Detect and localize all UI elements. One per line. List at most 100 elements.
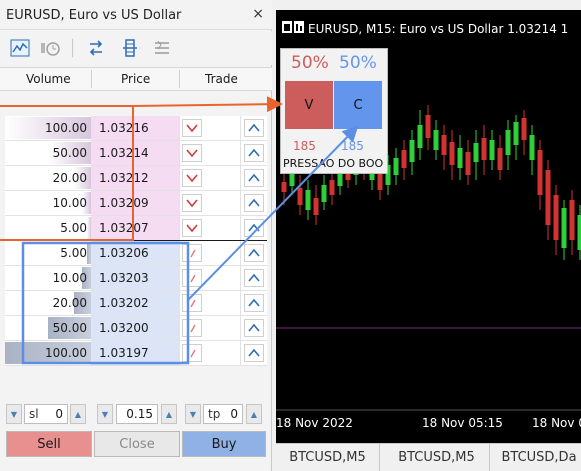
volume-cell: 5.00	[60, 221, 87, 235]
chevron-down-icon	[186, 124, 198, 133]
ask-row[interactable]: 10.00 1.03209	[5, 191, 267, 216]
candlestick	[401, 140, 407, 180]
ask-row[interactable]: 100.00 1.03216	[5, 116, 267, 141]
candlestick	[321, 175, 327, 210]
chart-tab[interactable]: BTCUSD,M5	[384, 444, 490, 471]
buy-limit-button[interactable]	[244, 269, 264, 287]
ask-row[interactable]: 50.00 1.03214	[5, 141, 267, 166]
time-axis-label: 18 Nov 0	[532, 416, 581, 430]
buy-limit-button[interactable]	[244, 169, 264, 187]
bid-row[interactable]: 20.00 1.03202	[5, 291, 267, 316]
chevron-down-icon	[186, 199, 198, 208]
candlestick	[465, 140, 471, 185]
take-profit-field[interactable]: tp 0	[203, 404, 243, 424]
volume-cell: 20.00	[52, 296, 87, 310]
sl-value: 0	[55, 407, 63, 421]
candlestick	[425, 105, 431, 150]
buy-limit-button[interactable]	[244, 119, 264, 137]
settings-icon[interactable]	[150, 36, 174, 60]
volume-down-button[interactable]: ▼	[97, 404, 113, 424]
sell-limit-button[interactable]	[182, 244, 202, 262]
price-value: 1.03200	[99, 321, 149, 335]
sell-limit-button[interactable]	[182, 319, 202, 337]
candlestick	[457, 135, 463, 180]
cell-divider	[240, 191, 241, 215]
cell-divider	[240, 341, 241, 365]
tp-up-button[interactable]: ▲	[246, 404, 262, 424]
sl-down-button[interactable]: ▼	[6, 404, 22, 424]
sell-button[interactable]: Sell	[6, 431, 92, 457]
price-value: 1.03202	[99, 296, 149, 310]
chart-window-icon	[282, 21, 304, 33]
sell-limit-button[interactable]	[182, 144, 202, 162]
bid-row[interactable]: 50.00 1.03200	[5, 316, 267, 341]
volume-cell: 100.00	[45, 346, 87, 360]
price-cell: 1.03206	[91, 241, 179, 265]
buy-box[interactable]: C	[334, 81, 382, 129]
buy-limit-button[interactable]	[244, 194, 264, 212]
chevron-up-icon	[248, 198, 260, 207]
buy-limit-button[interactable]	[244, 144, 264, 162]
tp-down-button[interactable]: ▼	[185, 404, 201, 424]
cell-divider	[240, 316, 241, 340]
candlestick	[569, 190, 575, 255]
candlestick	[441, 125, 447, 170]
buy-limit-button[interactable]	[244, 319, 264, 337]
candlestick	[329, 170, 335, 205]
sell-limit-button[interactable]	[182, 269, 202, 287]
sell-limit-button[interactable]	[182, 344, 202, 362]
header-divider	[179, 70, 180, 88]
buy-limit-button[interactable]	[244, 294, 264, 312]
sell-limit-button[interactable]	[182, 169, 202, 187]
buy-limit-button[interactable]	[244, 219, 264, 237]
chart-tab[interactable]: BTCUSD,Da	[494, 444, 581, 471]
ask-row[interactable]: 5.00 1.03207	[5, 216, 267, 241]
candlestick	[433, 120, 439, 160]
sell-limit-button[interactable]	[182, 219, 202, 237]
cell-divider	[179, 166, 180, 190]
candlestick	[473, 130, 479, 180]
sell-limit-button[interactable]	[182, 119, 202, 137]
pressure-caption: PRESSAO DO BOO	[283, 157, 384, 170]
close-icon[interactable]: ×	[252, 6, 264, 22]
candlestick	[521, 110, 527, 155]
bid-row[interactable]: 10.00 1.03203	[5, 266, 267, 291]
cell-divider	[179, 341, 180, 365]
price-chart[interactable]: EURUSD, M15: Euro vs US Dollar 1.03214 1…	[276, 10, 581, 443]
volume-cell: 20.00	[52, 171, 87, 185]
stop-loss-field[interactable]: sl 0	[24, 404, 68, 424]
cell-divider	[179, 266, 180, 290]
bid-row[interactable]: 100.00 1.03197	[5, 341, 267, 366]
buy-button[interactable]: Buy	[182, 431, 266, 457]
chart-tab[interactable]: BTCUSD,M5	[276, 444, 380, 471]
sell-limit-button[interactable]	[182, 294, 202, 312]
sell-limit-button[interactable]	[182, 194, 202, 212]
price-cell: 1.03214	[91, 141, 179, 165]
price-cell: 1.03200	[91, 316, 179, 340]
sl-up-button[interactable]: ▲	[70, 404, 86, 424]
volume-up-button[interactable]: ▲	[161, 404, 177, 424]
ask-row[interactable]: 20.00 1.03212	[5, 166, 267, 191]
bid-row[interactable]: 5.00 1.03206	[5, 241, 267, 266]
reverse-icon[interactable]	[84, 36, 108, 60]
candlestick	[297, 175, 303, 215]
chart-icon[interactable]	[8, 36, 32, 60]
time-axis-label: 18 Nov 2022	[276, 416, 353, 430]
volume-field[interactable]: 0.15	[116, 404, 158, 424]
spread-divider	[5, 240, 267, 241]
candlestick	[505, 120, 511, 170]
order-entry-bar: ▼ sl 0 ▲ ▼ 0.15 ▲ ▼ tp 0 ▲	[0, 400, 272, 428]
center-icon[interactable]	[118, 36, 142, 60]
volume-cell: 100.00	[45, 121, 87, 135]
close-button[interactable]: Close	[94, 431, 180, 457]
history-icon[interactable]	[38, 36, 62, 60]
price-cell: 1.03212	[91, 166, 179, 190]
buy-limit-button[interactable]	[244, 244, 264, 262]
cell-divider	[240, 116, 241, 140]
price-cell: 1.03197	[91, 341, 179, 365]
sell-box[interactable]: V	[285, 81, 333, 129]
buy-limit-button[interactable]	[244, 344, 264, 362]
price-header: Price	[121, 72, 151, 86]
candlestick	[281, 170, 287, 205]
toolbar-divider	[72, 39, 73, 57]
